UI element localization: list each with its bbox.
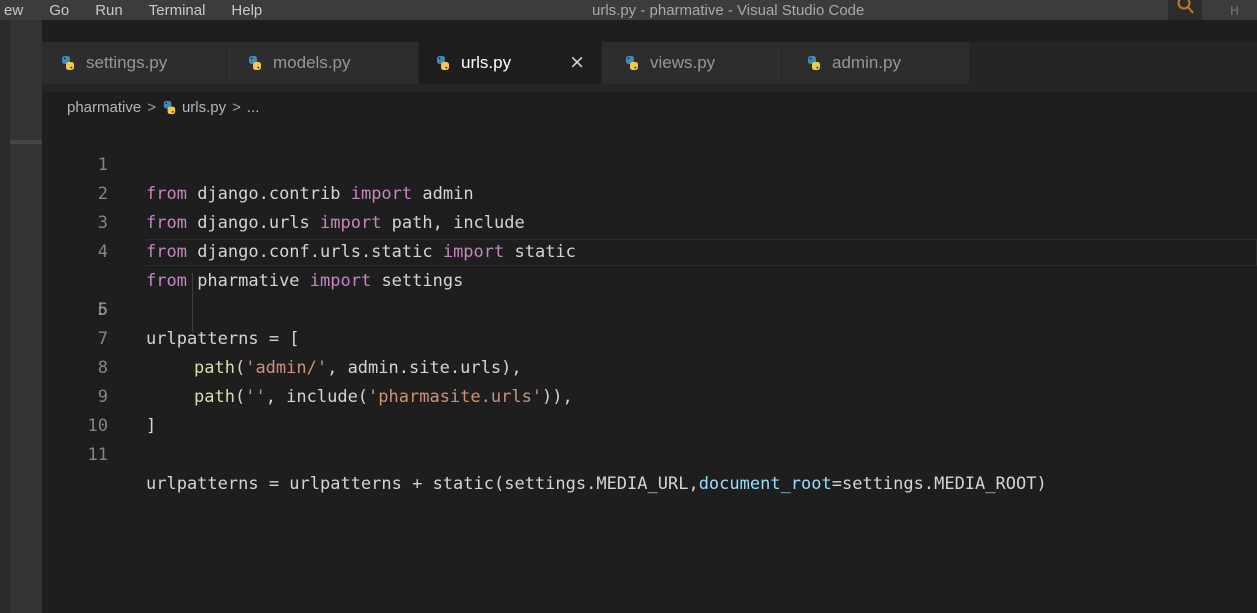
menu-item-go[interactable]: Go bbox=[49, 0, 69, 20]
python-file-icon bbox=[435, 55, 451, 71]
editor-tab-bar: settings.py models.py urls.py × views.py… bbox=[42, 42, 1257, 92]
python-file-icon bbox=[806, 55, 822, 71]
code-line[interactable]: 2 from django.urls import path, include bbox=[42, 151, 1257, 233]
code-line[interactable]: 8 path('', include('pharmasite.urls')), bbox=[42, 325, 1257, 407]
tab-settings-py[interactable]: settings.py bbox=[42, 42, 227, 84]
close-icon[interactable]: × bbox=[569, 52, 585, 72]
menu-item-help[interactable]: Help bbox=[231, 0, 262, 20]
tab-admin-py[interactable]: admin.py bbox=[782, 42, 970, 84]
window-title: urls.py - pharmative - Visual Studio Cod… bbox=[592, 2, 865, 19]
code-line[interactable]: 4 from pharmative import settings bbox=[42, 209, 1257, 291]
tab-models-py[interactable]: models.py bbox=[227, 42, 419, 84]
code-line[interactable]: 9 ] bbox=[42, 354, 1257, 436]
title-bar-right-text: H bbox=[1230, 4, 1240, 18]
python-file-icon bbox=[247, 55, 263, 71]
tab-urls-py[interactable]: urls.py × bbox=[419, 42, 602, 84]
code-line[interactable]: 10 bbox=[42, 383, 1257, 436]
breadcrumb-folder[interactable]: pharmative bbox=[67, 99, 141, 116]
title-bar: ew Go Run Terminal Help urls.py - pharma… bbox=[0, 0, 1257, 20]
code-line[interactable]: 11 urlpatterns = urlpatterns + static(se… bbox=[42, 412, 1257, 494]
breadcrumb-file[interactable]: urls.py bbox=[182, 99, 226, 116]
line-number: 11 bbox=[87, 445, 108, 465]
left-edge bbox=[0, 20, 10, 613]
menu-item-view[interactable]: ew bbox=[4, 0, 23, 20]
code-editor[interactable]: 1 from django.contrib import admin 2 fro… bbox=[42, 122, 1257, 613]
breadcrumb: pharmative > urls.py > ... bbox=[42, 92, 1257, 122]
menu-bar: ew Go Run Terminal Help bbox=[4, 0, 262, 20]
code-line[interactable]: 6 urlpatterns = [ bbox=[42, 267, 1257, 349]
menu-item-terminal[interactable]: Terminal bbox=[149, 0, 206, 20]
tab-label: settings.py bbox=[86, 53, 168, 72]
search-icon[interactable] bbox=[1168, 0, 1202, 20]
tab-views-py[interactable]: views.py bbox=[602, 42, 782, 84]
tab-label: admin.py bbox=[832, 53, 901, 72]
code-line[interactable]: 7 path('admin/', admin.site.urls), bbox=[42, 296, 1257, 378]
code-line[interactable]: 3 from django.conf.urls.static import st… bbox=[42, 180, 1257, 262]
breadcrumb-separator: > bbox=[232, 98, 241, 116]
code-text: urlpatterns = urlpatterns + static(setti… bbox=[146, 474, 1047, 494]
python-file-icon bbox=[624, 55, 640, 71]
tab-label: urls.py bbox=[461, 53, 512, 72]
current-line-highlight bbox=[146, 239, 1257, 266]
code-line[interactable]: 1 from django.contrib import admin bbox=[42, 122, 1257, 204]
tab-label: models.py bbox=[273, 53, 351, 72]
menu-item-run[interactable]: Run bbox=[95, 0, 123, 20]
tab-label: views.py bbox=[650, 53, 716, 72]
breadcrumb-symbols[interactable]: ... bbox=[247, 99, 260, 116]
breadcrumb-separator: > bbox=[147, 98, 156, 116]
code-line-current[interactable]: 5 bbox=[42, 238, 1257, 320]
python-file-icon bbox=[60, 55, 76, 71]
python-file-icon bbox=[162, 100, 177, 115]
